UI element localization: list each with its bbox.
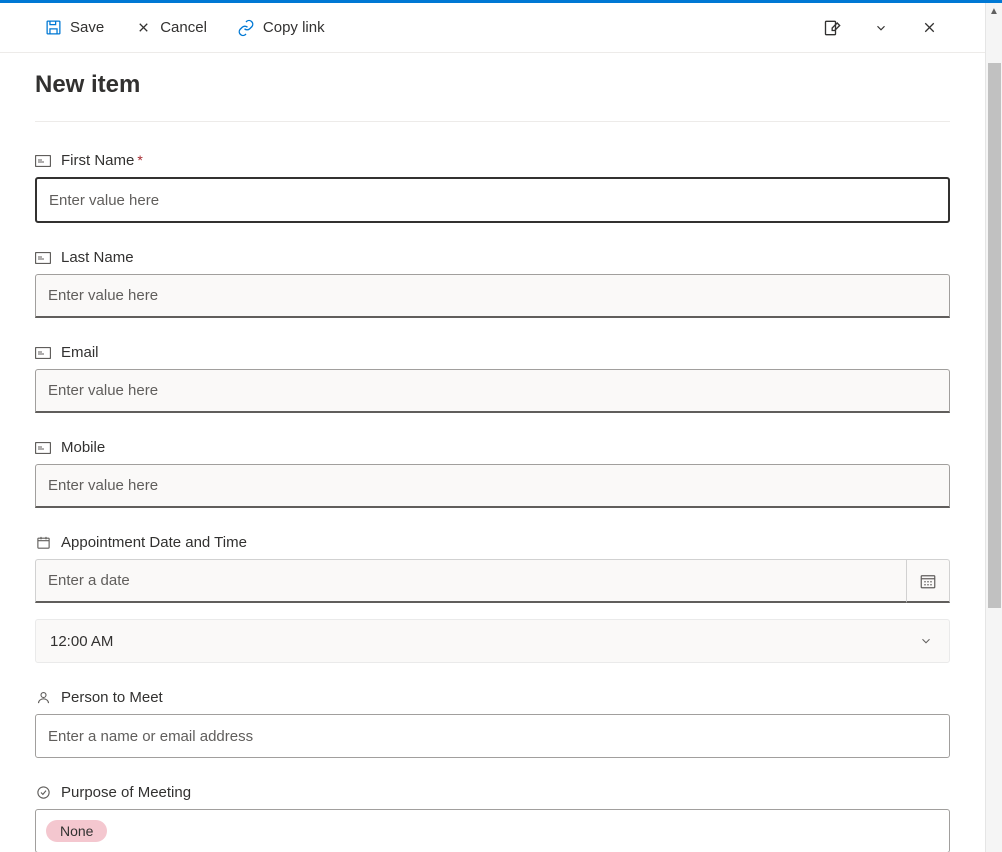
mobile-label: Mobile [61, 439, 105, 456]
field-person-to-meet: Person to Meet [35, 689, 950, 758]
date-picker-button[interactable] [906, 559, 950, 603]
copy-link-label: Copy link [263, 19, 325, 36]
email-input[interactable] [35, 369, 950, 413]
mobile-input[interactable] [35, 464, 950, 508]
text-field-icon [35, 250, 51, 266]
copy-link-icon [237, 19, 255, 37]
field-appointment: Appointment Date and Time 12:00 AM [35, 534, 950, 663]
cancel-icon [134, 19, 152, 37]
field-email: Email [35, 344, 950, 413]
last-name-label: Last Name [61, 249, 134, 266]
person-to-meet-label: Person to Meet [61, 689, 163, 706]
appointment-date-input[interactable] [35, 559, 906, 603]
first-name-label: First Name* [61, 152, 143, 169]
field-last-name: Last Name [35, 249, 950, 318]
chevron-down-icon [919, 634, 933, 648]
required-indicator: * [137, 152, 142, 168]
copy-link-button[interactable]: Copy link [233, 15, 329, 41]
expand-menu-button[interactable] [865, 12, 897, 44]
save-label: Save [70, 19, 104, 36]
field-mobile: Mobile [35, 439, 950, 508]
save-button[interactable]: Save [40, 15, 108, 41]
cancel-button[interactable]: Cancel [130, 15, 211, 41]
appointment-label: Appointment Date and Time [61, 534, 247, 551]
first-name-input[interactable] [35, 177, 950, 223]
close-button[interactable] [913, 12, 945, 44]
appointment-time-select[interactable]: 12:00 AM [35, 619, 950, 663]
field-purpose: Purpose of Meeting None [35, 784, 950, 852]
person-to-meet-input[interactable] [35, 714, 950, 758]
choice-icon [35, 785, 51, 801]
scroll-up-arrow-icon[interactable]: ▲ [986, 3, 1002, 20]
save-icon [44, 19, 62, 37]
purpose-select[interactable]: None [35, 809, 950, 852]
scroll-thumb[interactable] [988, 63, 1001, 608]
person-icon [35, 690, 51, 706]
text-field-icon [35, 153, 51, 169]
email-label: Email [61, 344, 99, 361]
text-field-icon [35, 440, 51, 456]
edit-form-button[interactable] [817, 12, 849, 44]
text-field-icon [35, 345, 51, 361]
calendar-field-icon [35, 535, 51, 551]
command-bar: Save Cancel [0, 3, 985, 53]
purpose-value-pill: None [46, 820, 107, 842]
page-title: New item [35, 71, 950, 122]
vertical-scrollbar[interactable]: ▲ [985, 3, 1002, 852]
purpose-label: Purpose of Meeting [61, 784, 191, 801]
appointment-time-value: 12:00 AM [50, 633, 113, 650]
field-first-name: First Name* [35, 152, 950, 223]
cancel-label: Cancel [160, 19, 207, 36]
last-name-input[interactable] [35, 274, 950, 318]
